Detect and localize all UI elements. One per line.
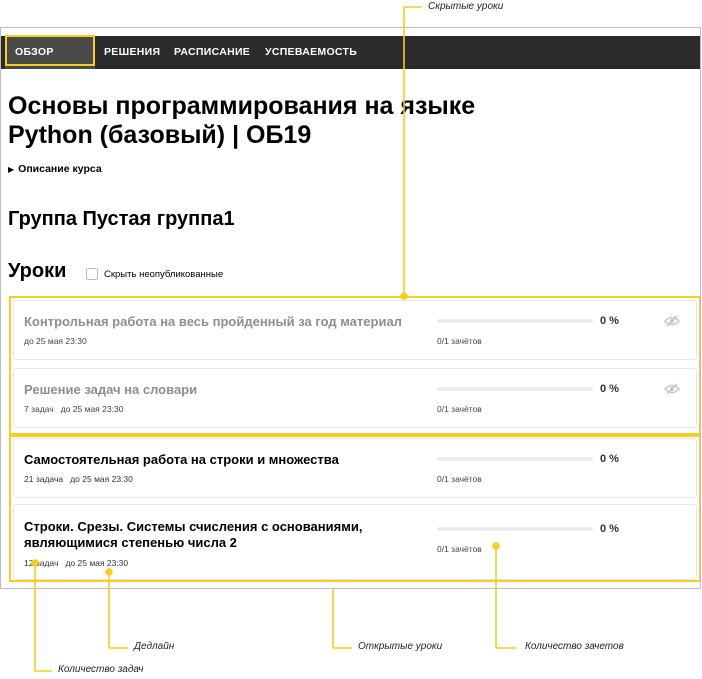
annotation-deadline: Дедлайн [134, 641, 175, 652]
annotation-credits-count: Количество зачетов [525, 641, 624, 652]
annotation-tasks-count: Количество задач [58, 664, 144, 675]
annotation-open-lessons: Открытые уроки [358, 641, 443, 652]
annotation-leader-lines [31, 6, 516, 672]
